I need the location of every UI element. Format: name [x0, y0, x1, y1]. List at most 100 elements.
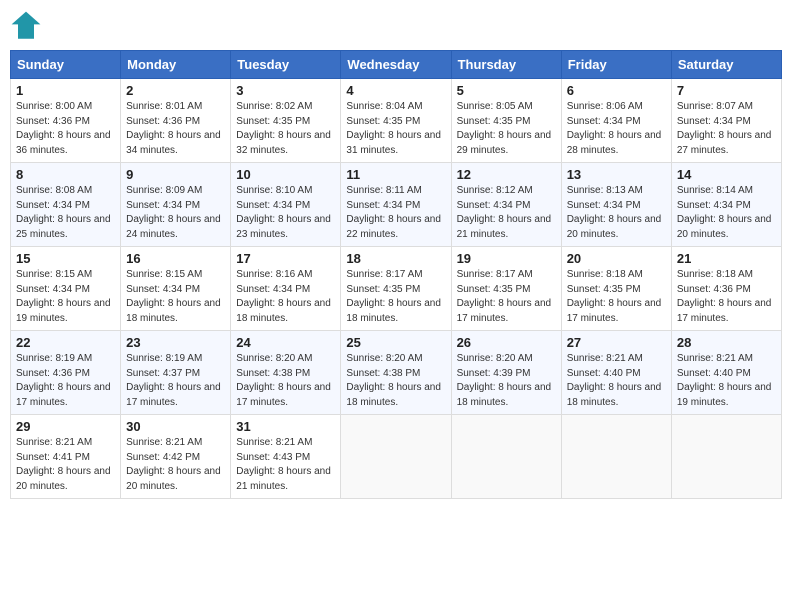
- calendar-cell: 1 Sunrise: 8:00 AM Sunset: 4:36 PM Dayli…: [11, 79, 121, 163]
- calendar-cell: 30 Sunrise: 8:21 AM Sunset: 4:42 PM Dayl…: [121, 415, 231, 499]
- day-info: Sunrise: 8:19 AM Sunset: 4:37 PM Dayligh…: [126, 352, 225, 410]
- calendar-cell: 16 Sunrise: 8:15 AM Sunset: 4:34 PM Dayl…: [121, 247, 231, 331]
- calendar-cell: 22 Sunrise: 8:19 AM Sunset: 4:36 PM Dayl…: [11, 331, 121, 415]
- day-info: Sunrise: 8:05 AM Sunset: 4:35 PM Dayligh…: [457, 100, 556, 158]
- calendar-cell: 2 Sunrise: 8:01 AM Sunset: 4:36 PM Dayli…: [121, 79, 231, 163]
- calendar-cell: 26 Sunrise: 8:20 AM Sunset: 4:39 PM Dayl…: [451, 331, 561, 415]
- day-info: Sunrise: 8:06 AM Sunset: 4:34 PM Dayligh…: [567, 100, 666, 158]
- calendar-cell: [671, 415, 781, 499]
- calendar-week-row: 15 Sunrise: 8:15 AM Sunset: 4:34 PM Dayl…: [11, 247, 782, 331]
- day-number: 21: [677, 251, 776, 266]
- page-header: [10, 10, 782, 42]
- calendar-cell: 5 Sunrise: 8:05 AM Sunset: 4:35 PM Dayli…: [451, 79, 561, 163]
- day-number: 8: [16, 167, 115, 182]
- calendar-week-row: 29 Sunrise: 8:21 AM Sunset: 4:41 PM Dayl…: [11, 415, 782, 499]
- day-info: Sunrise: 8:01 AM Sunset: 4:36 PM Dayligh…: [126, 100, 225, 158]
- day-info: Sunrise: 8:07 AM Sunset: 4:34 PM Dayligh…: [677, 100, 776, 158]
- day-number: 5: [457, 83, 556, 98]
- day-number: 19: [457, 251, 556, 266]
- calendar-cell: 12 Sunrise: 8:12 AM Sunset: 4:34 PM Dayl…: [451, 163, 561, 247]
- col-sunday: Sunday: [11, 51, 121, 79]
- day-info: Sunrise: 8:16 AM Sunset: 4:34 PM Dayligh…: [236, 268, 335, 326]
- calendar-cell: 29 Sunrise: 8:21 AM Sunset: 4:41 PM Dayl…: [11, 415, 121, 499]
- calendar-cell: 19 Sunrise: 8:17 AM Sunset: 4:35 PM Dayl…: [451, 247, 561, 331]
- day-number: 29: [16, 419, 115, 434]
- calendar-cell: 4 Sunrise: 8:04 AM Sunset: 4:35 PM Dayli…: [341, 79, 451, 163]
- calendar-header-row: Sunday Monday Tuesday Wednesday Thursday…: [11, 51, 782, 79]
- day-info: Sunrise: 8:10 AM Sunset: 4:34 PM Dayligh…: [236, 184, 335, 242]
- calendar-cell: 18 Sunrise: 8:17 AM Sunset: 4:35 PM Dayl…: [341, 247, 451, 331]
- day-number: 10: [236, 167, 335, 182]
- calendar-cell: 15 Sunrise: 8:15 AM Sunset: 4:34 PM Dayl…: [11, 247, 121, 331]
- day-info: Sunrise: 8:14 AM Sunset: 4:34 PM Dayligh…: [677, 184, 776, 242]
- calendar-cell: 28 Sunrise: 8:21 AM Sunset: 4:40 PM Dayl…: [671, 331, 781, 415]
- calendar-cell: [341, 415, 451, 499]
- day-info: Sunrise: 8:08 AM Sunset: 4:34 PM Dayligh…: [16, 184, 115, 242]
- day-number: 23: [126, 335, 225, 350]
- calendar-cell: 23 Sunrise: 8:19 AM Sunset: 4:37 PM Dayl…: [121, 331, 231, 415]
- day-number: 27: [567, 335, 666, 350]
- day-info: Sunrise: 8:18 AM Sunset: 4:36 PM Dayligh…: [677, 268, 776, 326]
- day-number: 22: [16, 335, 115, 350]
- logo: [10, 10, 46, 42]
- col-thursday: Thursday: [451, 51, 561, 79]
- calendar-table: Sunday Monday Tuesday Wednesday Thursday…: [10, 50, 782, 499]
- calendar-week-row: 1 Sunrise: 8:00 AM Sunset: 4:36 PM Dayli…: [11, 79, 782, 163]
- calendar-cell: 27 Sunrise: 8:21 AM Sunset: 4:40 PM Dayl…: [561, 331, 671, 415]
- day-info: Sunrise: 8:15 AM Sunset: 4:34 PM Dayligh…: [16, 268, 115, 326]
- day-info: Sunrise: 8:12 AM Sunset: 4:34 PM Dayligh…: [457, 184, 556, 242]
- calendar-cell: 6 Sunrise: 8:06 AM Sunset: 4:34 PM Dayli…: [561, 79, 671, 163]
- day-number: 26: [457, 335, 556, 350]
- day-info: Sunrise: 8:09 AM Sunset: 4:34 PM Dayligh…: [126, 184, 225, 242]
- calendar-cell: 31 Sunrise: 8:21 AM Sunset: 4:43 PM Dayl…: [231, 415, 341, 499]
- day-number: 12: [457, 167, 556, 182]
- day-number: 24: [236, 335, 335, 350]
- day-number: 28: [677, 335, 776, 350]
- calendar-cell: 10 Sunrise: 8:10 AM Sunset: 4:34 PM Dayl…: [231, 163, 341, 247]
- day-number: 11: [346, 167, 445, 182]
- calendar-cell: 8 Sunrise: 8:08 AM Sunset: 4:34 PM Dayli…: [11, 163, 121, 247]
- day-info: Sunrise: 8:21 AM Sunset: 4:43 PM Dayligh…: [236, 436, 335, 494]
- day-number: 30: [126, 419, 225, 434]
- day-number: 25: [346, 335, 445, 350]
- col-tuesday: Tuesday: [231, 51, 341, 79]
- day-info: Sunrise: 8:04 AM Sunset: 4:35 PM Dayligh…: [346, 100, 445, 158]
- day-info: Sunrise: 8:21 AM Sunset: 4:40 PM Dayligh…: [567, 352, 666, 410]
- calendar-cell: 3 Sunrise: 8:02 AM Sunset: 4:35 PM Dayli…: [231, 79, 341, 163]
- day-number: 20: [567, 251, 666, 266]
- calendar-week-row: 8 Sunrise: 8:08 AM Sunset: 4:34 PM Dayli…: [11, 163, 782, 247]
- day-number: 16: [126, 251, 225, 266]
- day-info: Sunrise: 8:17 AM Sunset: 4:35 PM Dayligh…: [457, 268, 556, 326]
- calendar-cell: 17 Sunrise: 8:16 AM Sunset: 4:34 PM Dayl…: [231, 247, 341, 331]
- calendar-cell: 20 Sunrise: 8:18 AM Sunset: 4:35 PM Dayl…: [561, 247, 671, 331]
- day-number: 7: [677, 83, 776, 98]
- day-info: Sunrise: 8:21 AM Sunset: 4:40 PM Dayligh…: [677, 352, 776, 410]
- day-number: 9: [126, 167, 225, 182]
- day-info: Sunrise: 8:20 AM Sunset: 4:39 PM Dayligh…: [457, 352, 556, 410]
- day-number: 18: [346, 251, 445, 266]
- day-number: 4: [346, 83, 445, 98]
- day-number: 14: [677, 167, 776, 182]
- day-info: Sunrise: 8:20 AM Sunset: 4:38 PM Dayligh…: [346, 352, 445, 410]
- day-number: 3: [236, 83, 335, 98]
- day-number: 17: [236, 251, 335, 266]
- day-info: Sunrise: 8:00 AM Sunset: 4:36 PM Dayligh…: [16, 100, 115, 158]
- col-monday: Monday: [121, 51, 231, 79]
- col-wednesday: Wednesday: [341, 51, 451, 79]
- calendar-cell: [451, 415, 561, 499]
- calendar-cell: 13 Sunrise: 8:13 AM Sunset: 4:34 PM Dayl…: [561, 163, 671, 247]
- day-number: 1: [16, 83, 115, 98]
- day-info: Sunrise: 8:02 AM Sunset: 4:35 PM Dayligh…: [236, 100, 335, 158]
- calendar-cell: 9 Sunrise: 8:09 AM Sunset: 4:34 PM Dayli…: [121, 163, 231, 247]
- day-info: Sunrise: 8:21 AM Sunset: 4:42 PM Dayligh…: [126, 436, 225, 494]
- day-info: Sunrise: 8:15 AM Sunset: 4:34 PM Dayligh…: [126, 268, 225, 326]
- day-number: 15: [16, 251, 115, 266]
- day-info: Sunrise: 8:18 AM Sunset: 4:35 PM Dayligh…: [567, 268, 666, 326]
- col-saturday: Saturday: [671, 51, 781, 79]
- day-info: Sunrise: 8:20 AM Sunset: 4:38 PM Dayligh…: [236, 352, 335, 410]
- calendar-cell: 7 Sunrise: 8:07 AM Sunset: 4:34 PM Dayli…: [671, 79, 781, 163]
- day-info: Sunrise: 8:21 AM Sunset: 4:41 PM Dayligh…: [16, 436, 115, 494]
- logo-icon: [10, 10, 42, 42]
- calendar-cell: 14 Sunrise: 8:14 AM Sunset: 4:34 PM Dayl…: [671, 163, 781, 247]
- calendar-cell: 24 Sunrise: 8:20 AM Sunset: 4:38 PM Dayl…: [231, 331, 341, 415]
